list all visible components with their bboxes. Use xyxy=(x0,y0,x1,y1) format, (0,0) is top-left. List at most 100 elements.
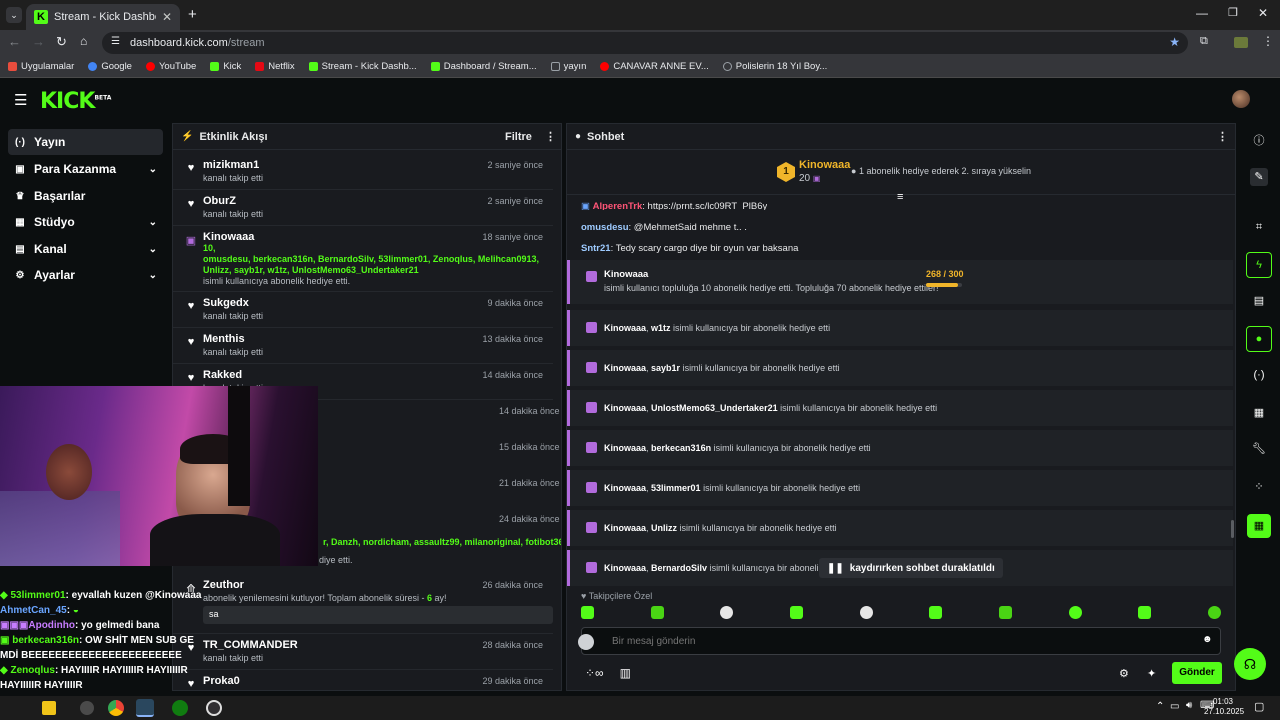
notification-icon[interactable]: ▢ xyxy=(1254,700,1264,713)
forward-arrow-icon[interactable]: → xyxy=(32,34,45,49)
gift-recipient[interactable]: sayb1r xyxy=(651,363,680,373)
chat-username[interactable]: AlperenTrk xyxy=(593,201,643,210)
taskbar-app-icon[interactable] xyxy=(80,701,94,715)
nav-item-ayarlar[interactable]: ⚙ Ayarlar ⌄ xyxy=(8,262,163,288)
lightning-tool-icon[interactable]: ϟ xyxy=(1246,252,1272,278)
edit-pencil-icon[interactable]: ✎ xyxy=(1250,168,1268,186)
bookmark-item[interactable]: Dashboard / Stream... xyxy=(430,61,537,72)
hamburger-menu-icon[interactable]: ☰ xyxy=(14,91,27,109)
wrench-icon[interactable]: 🔧︎ xyxy=(1250,440,1268,458)
gift-sender[interactable]: Kinowaaa xyxy=(604,563,646,573)
network-icon[interactable]: ▭ xyxy=(1170,701,1179,712)
profile-icon[interactable] xyxy=(1234,37,1248,48)
gift-recipient[interactable]: Unlizz xyxy=(651,523,677,533)
gift-sender[interactable]: Kinowaaa xyxy=(604,483,646,493)
stack-icon[interactable]: ▦ xyxy=(1250,404,1268,422)
tab-search-button[interactable]: ⌄ xyxy=(6,7,22,23)
reload-icon[interactable]: ↻ xyxy=(56,34,67,50)
bookmark-item[interactable]: CANAVAR ANNE EV... xyxy=(600,61,709,72)
xbox-icon[interactable] xyxy=(172,700,188,716)
bookmark-item[interactable]: Netflix xyxy=(255,61,295,72)
gift-recipient[interactable]: BernardoSilv xyxy=(651,563,707,573)
clock-date[interactable]: 27.10.2025 xyxy=(1204,707,1244,716)
clock-time[interactable]: 01:03 xyxy=(1212,697,1234,706)
kicks-icon[interactable]: ✦ xyxy=(1147,667,1156,680)
chat-username[interactable]: Sntr21 xyxy=(581,243,611,254)
broadcast-tool-icon[interactable]: (·) xyxy=(1250,366,1268,384)
emoji-picker-icon[interactable]: ☻ xyxy=(1202,634,1213,645)
gift-leaderboard[interactable]: 1 Kinowaaa 20 ▣ ● 1 abonelik hediye eder… xyxy=(567,151,1235,203)
chat-settings-icon[interactable]: ⚙ xyxy=(1119,667,1129,680)
clapperboard-icon[interactable]: ▦ xyxy=(1247,514,1271,538)
chat-scrollbar[interactable] xyxy=(1231,520,1234,538)
chat-username[interactable]: omusdesu xyxy=(581,222,629,233)
address-input[interactable]: ☰ dashboard.kick.com/stream ★ xyxy=(102,32,1188,54)
screen-capture-icon[interactable]: ⌗ xyxy=(1250,218,1268,236)
gift-recipient[interactable]: w1tz xyxy=(651,323,671,333)
chat-paused-button[interactable]: ❚❚ kaydırırken sohbet duraklatıldı xyxy=(819,558,1003,578)
gift-sender[interactable]: Kinowaaa xyxy=(604,363,646,373)
taskbar-app-icon[interactable] xyxy=(42,701,56,715)
emote-icon[interactable] xyxy=(1207,606,1221,619)
bookmark-folder[interactable]: yayın xyxy=(550,61,586,72)
gift-sender[interactable]: Kinowaaa xyxy=(604,403,646,413)
gift-recipient[interactable]: UnlostMemo63_Undertaker21 xyxy=(651,403,778,413)
bookmark-item[interactable]: Polislerin 18 Yıl Boy... xyxy=(722,61,827,72)
back-arrow-icon[interactable]: ← xyxy=(8,34,21,49)
info-icon[interactable]: ⓘ xyxy=(1250,132,1268,150)
chat-message-input[interactable] xyxy=(612,633,1192,649)
bookmark-item[interactable]: Kick xyxy=(210,61,241,72)
support-button[interactable]: ☊ xyxy=(1234,648,1266,680)
extensions-icon[interactable]: ⧉ xyxy=(1200,35,1208,48)
tray-chevron-icon[interactable]: ⌃ xyxy=(1156,701,1164,712)
emote-icon[interactable] xyxy=(720,606,734,619)
bookmark-item[interactable]: YouTube xyxy=(145,61,196,72)
window-minimize-button[interactable]: — xyxy=(1196,6,1208,20)
users-icon[interactable]: ⁘ xyxy=(1250,478,1268,496)
speaker-icon[interactable]: 🔊︎ xyxy=(1186,700,1192,711)
emote-icon[interactable] xyxy=(998,606,1012,619)
chat-tool-icon[interactable]: ● xyxy=(1246,326,1272,352)
emote-icon[interactable] xyxy=(650,606,664,619)
user-avatar[interactable] xyxy=(1232,90,1250,108)
new-tab-button[interactable]: + xyxy=(188,6,197,23)
bookmark-item[interactable]: Stream - Kick Dashb... xyxy=(308,61,417,72)
emote-icon[interactable] xyxy=(859,606,873,619)
emote-icon[interactable] xyxy=(1138,606,1152,619)
gift-sender[interactable]: Kinowaaa xyxy=(604,443,646,453)
chat-link[interactable]: https://prnt.sc/lc09RT_PlB6y xyxy=(648,201,768,210)
window-close-button[interactable]: ✕ xyxy=(1258,6,1268,20)
filter-button[interactable]: Filtre xyxy=(505,131,532,143)
window-restore-button[interactable]: ❐ xyxy=(1228,6,1238,19)
nav-item-kanal[interactable]: ▤ Kanal ⌄ xyxy=(8,236,163,262)
menu-kebab-icon[interactable]: ⋮ xyxy=(1262,34,1274,48)
emote-icon[interactable] xyxy=(581,606,594,619)
filter-lines-icon[interactable]: ≡ xyxy=(897,191,903,203)
kick-logo[interactable]: KICKBETA xyxy=(40,89,111,114)
nav-item-para-kazanma[interactable]: ▣ Para Kazanma ⌄ xyxy=(8,156,163,182)
bookmark-item[interactable]: Uygulamalar xyxy=(8,61,74,72)
nav-item-yayin[interactable]: (·) Yayın xyxy=(8,129,163,155)
document-icon[interactable]: ▤ xyxy=(1250,292,1268,310)
obs-icon[interactable] xyxy=(206,700,222,716)
points-infinity-icon[interactable]: ⁘∞ xyxy=(585,666,604,680)
store-icon[interactable]: ▥ xyxy=(620,666,631,680)
send-button[interactable]: Gönder xyxy=(1172,662,1222,684)
emote-icon[interactable] xyxy=(1068,606,1082,619)
activity-menu-icon[interactable]: ⋮ xyxy=(545,130,556,143)
gift-recipient[interactable]: 53limmer01 xyxy=(651,483,701,493)
gift-sender[interactable]: Kinowaaa xyxy=(604,523,646,533)
bookmark-item[interactable]: Google xyxy=(88,61,132,72)
bookmark-star-icon[interactable]: ★ xyxy=(1169,35,1180,49)
chrome-icon[interactable] xyxy=(108,700,124,716)
steam-icon[interactable] xyxy=(136,699,154,717)
gift-sender[interactable]: Kinowaaa xyxy=(604,323,646,333)
site-info-icon[interactable]: ☰ xyxy=(111,36,120,47)
emote-icon[interactable] xyxy=(789,606,803,619)
tab-close-icon[interactable]: ✕ xyxy=(162,10,172,24)
browser-tab-active[interactable]: K Stream - Kick Dashboard ✕ xyxy=(26,4,180,30)
chat-menu-icon[interactable]: ⋮ xyxy=(1217,130,1228,143)
gift-sender[interactable]: Kinowaaa xyxy=(604,269,648,280)
nav-item-basarilar[interactable]: ♛ Başarılar xyxy=(8,183,163,209)
nav-item-studyo[interactable]: ▦ Stüdyo ⌄ xyxy=(8,209,163,235)
